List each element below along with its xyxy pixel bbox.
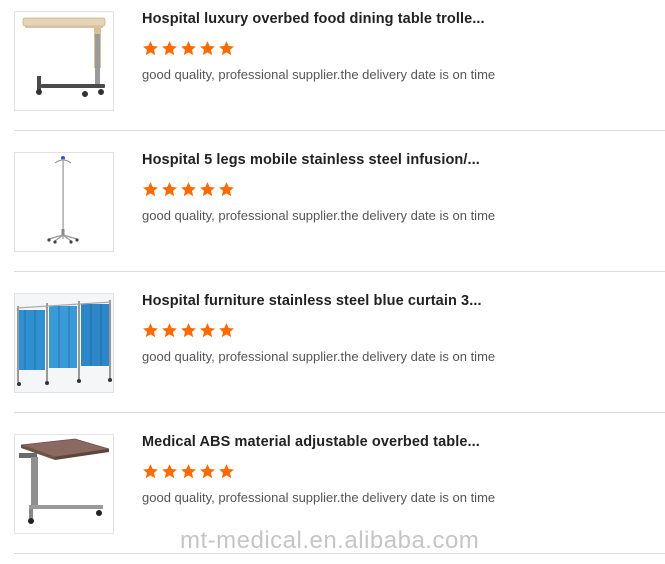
rating-stars — [142, 181, 235, 199]
review-comment: good quality, professional supplier.the … — [142, 208, 496, 223]
review-item: Hospital luxury overbed food dining tabl… — [0, 0, 665, 141]
review-comment: good quality, professional supplier.the … — [142, 349, 496, 364]
product-title[interactable]: Hospital 5 legs mobile stainless steel i… — [142, 151, 487, 169]
star-icon — [142, 463, 159, 480]
rating-stars — [142, 40, 235, 58]
star-icon — [142, 322, 159, 339]
curtain-screen-photo — [15, 294, 113, 392]
product-thumbnail[interactable] — [14, 11, 114, 111]
product-title[interactable]: Hospital furniture stainless steel blue … — [142, 292, 487, 310]
product-thumbnail[interactable] — [14, 293, 114, 393]
star-icon — [199, 463, 216, 480]
star-icon — [180, 322, 197, 339]
star-icon — [180, 40, 197, 57]
divider — [14, 130, 665, 131]
star-icon — [180, 463, 197, 480]
overbed-table-photo — [22, 17, 106, 97]
star-icon — [161, 181, 178, 198]
star-icon — [142, 181, 159, 198]
product-title[interactable]: Hospital luxury overbed food dining tabl… — [142, 10, 487, 28]
review-item: Hospital 5 legs mobile stainless steel i… — [0, 141, 665, 282]
star-icon — [142, 40, 159, 57]
product-thumbnail[interactable] — [14, 434, 114, 534]
product-thumbnail[interactable] — [14, 152, 114, 252]
star-icon — [161, 463, 178, 480]
review-comment: good quality, professional supplier.the … — [142, 490, 496, 505]
star-icon — [218, 181, 235, 198]
star-icon — [199, 181, 216, 198]
rating-stars — [142, 463, 235, 481]
watermark: mt-medical.en.alibaba.com — [180, 527, 480, 554]
star-icon — [180, 181, 197, 198]
review-comment: good quality, professional supplier.the … — [142, 67, 496, 82]
star-icon — [218, 322, 235, 339]
divider — [14, 412, 665, 413]
product-title[interactable]: Medical ABS material adjustable overbed … — [142, 433, 487, 451]
star-icon — [199, 322, 216, 339]
star-icon — [161, 322, 178, 339]
rating-stars — [142, 322, 235, 340]
star-icon — [161, 40, 178, 57]
infusion-stand-photo — [47, 156, 79, 244]
star-icon — [218, 463, 235, 480]
abs-overbed-table-photo — [19, 438, 110, 524]
divider — [14, 271, 665, 272]
star-icon — [199, 40, 216, 57]
star-icon — [218, 40, 235, 57]
review-item: Hospital furniture stainless steel blue … — [0, 282, 665, 423]
